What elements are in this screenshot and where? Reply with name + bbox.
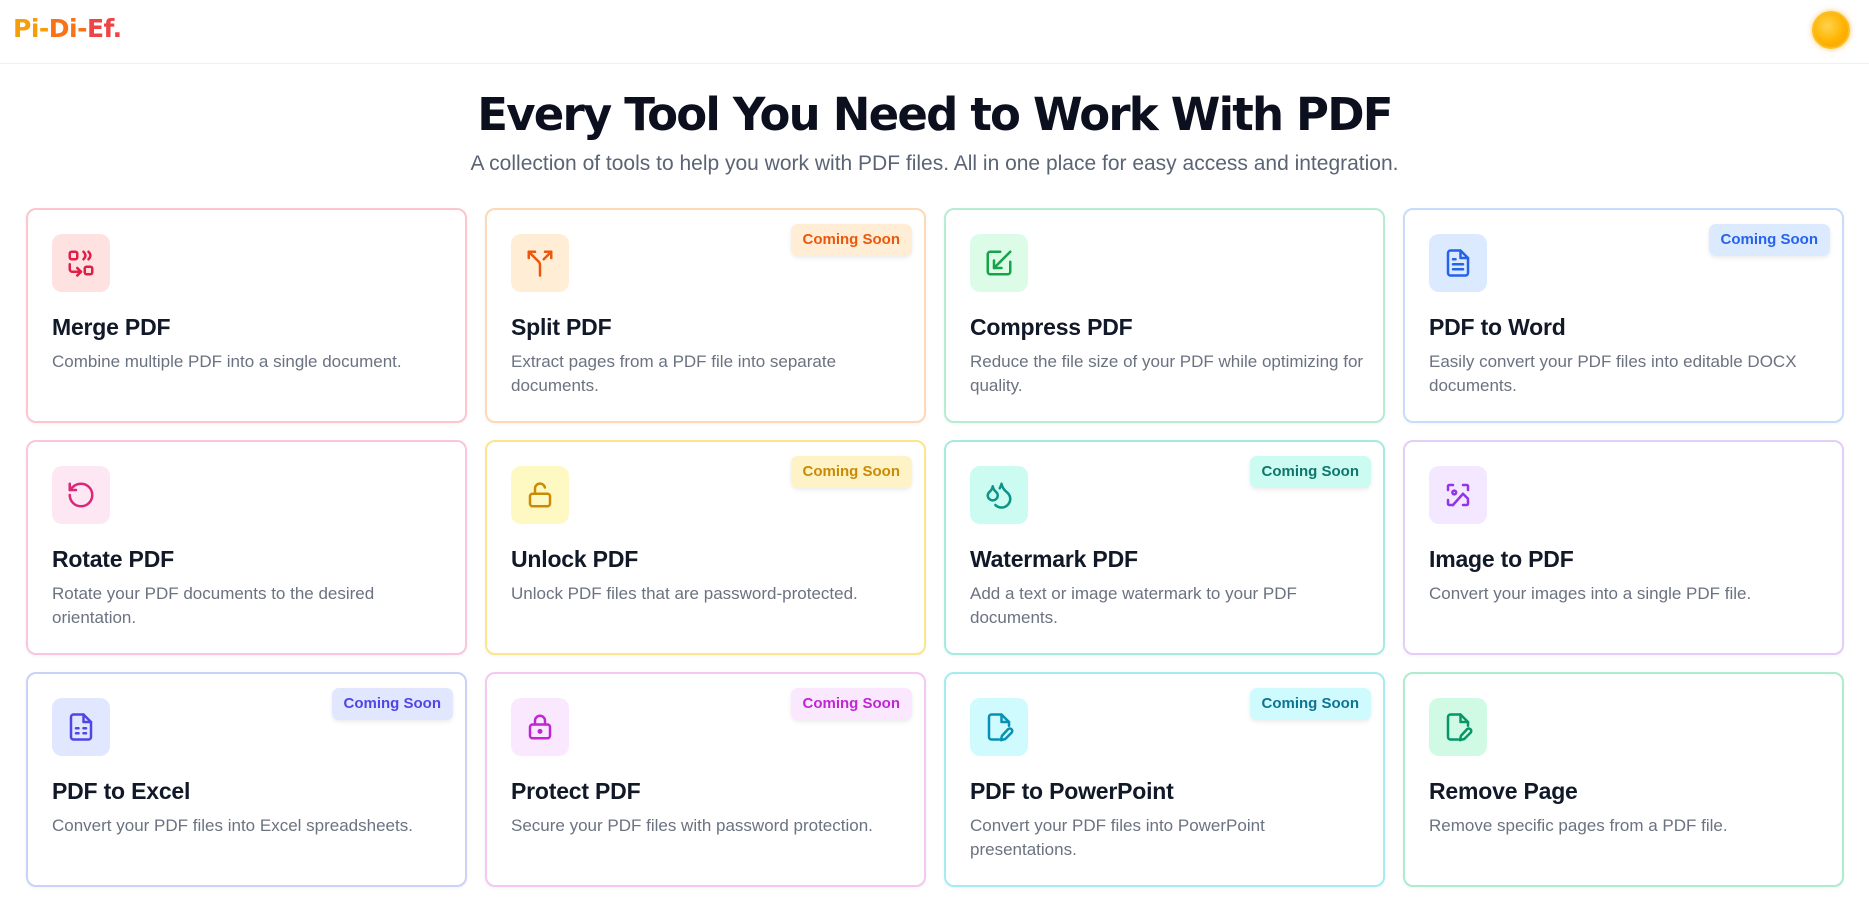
card-description: Remove specific pages from a PDF file. [1429, 816, 1728, 835]
file-pen-icon [970, 698, 1028, 756]
card-title: Remove Page [1429, 778, 1578, 804]
tools-grid: Merge PDF Combine multiple PDF into a si… [26, 208, 1844, 888]
card-description: Easily convert your PDF files into edita… [1429, 352, 1797, 395]
card-description: Rotate your PDF documents to the desired… [52, 584, 375, 627]
card-title: Split PDF [511, 314, 612, 340]
tool-card-watermark-pdf[interactable]: Coming Soon Watermark PDF Add a text or … [944, 440, 1385, 655]
coming-soon-badge: Coming Soon [790, 224, 912, 256]
logo-text-part1: Pi- [13, 14, 49, 43]
sun-icon[interactable] [1812, 11, 1850, 49]
card-title: Watermark PDF [970, 546, 1138, 572]
card-description: Convert your images into a single PDF fi… [1429, 584, 1752, 603]
card-title: Compress PDF [970, 314, 1133, 340]
card-description: Unlock PDF files that are password-prote… [511, 584, 858, 603]
card-title: PDF to Excel [52, 778, 191, 804]
file-pen-icon [1429, 698, 1487, 756]
coming-soon-badge: Coming Soon [790, 688, 912, 720]
split-icon [511, 234, 569, 292]
card-title: Unlock PDF [511, 546, 639, 572]
tool-card-remove-page[interactable]: Remove Page Remove specific pages from a… [1403, 672, 1844, 887]
rotate-icon [52, 466, 110, 524]
card-title: Rotate PDF [52, 546, 174, 572]
card-description: Combine multiple PDF into a single docum… [52, 352, 402, 371]
logo-text-part2: Di- [48, 14, 88, 43]
card-description: Convert your PDF files into Excel spread… [52, 816, 413, 835]
tool-card-protect-pdf[interactable]: Coming Soon Protect PDF Secure your PDF … [485, 672, 926, 887]
tool-card-pdf-to-excel[interactable]: Coming Soon PDF to Excel Convert your PD… [26, 672, 467, 887]
top-navbar: Pi-Di-Ef. [0, 0, 1869, 64]
card-title: PDF to PowerPoint [970, 778, 1174, 804]
tool-card-image-to-pdf[interactable]: Image to PDF Convert your images into a … [1403, 440, 1844, 655]
tool-card-compress-pdf[interactable]: Compress PDF Reduce the file size of you… [944, 208, 1385, 423]
image-icon [1429, 466, 1487, 524]
coming-soon-badge: Coming Soon [331, 688, 453, 720]
page-title: Every Tool You Need to Work With PDF [477, 88, 1393, 141]
brand-logo[interactable]: Pi-Di-Ef. [13, 14, 122, 43]
coming-soon-badge: Coming Soon [1249, 688, 1371, 720]
coming-soon-badge: Coming Soon [790, 456, 912, 488]
page-subtitle: A collection of tools to help you work w… [470, 152, 1399, 175]
unlock-icon [511, 466, 569, 524]
lock-icon [511, 698, 569, 756]
tool-card-merge-pdf[interactable]: Merge PDF Combine multiple PDF into a si… [26, 208, 467, 423]
tool-card-unlock-pdf[interactable]: Coming Soon Unlock PDF Unlock PDF files … [485, 440, 926, 655]
tool-card-pdf-to-word[interactable]: Coming Soon PDF to Word Easily convert y… [1403, 208, 1844, 423]
compress-icon [970, 234, 1028, 292]
card-title: Image to PDF [1429, 546, 1574, 572]
card-description: Secure your PDF files with password prot… [511, 816, 873, 835]
tool-card-pdf-to-powerpoint[interactable]: Coming Soon PDF to PowerPoint Convert yo… [944, 672, 1385, 887]
spreadsheet-icon [52, 698, 110, 756]
card-description: Convert your PDF files into PowerPoint p… [970, 816, 1265, 859]
card-description: Reduce the file size of your PDF while o… [970, 352, 1364, 395]
logo-text-part3: Ef. [86, 14, 122, 43]
card-title: Protect PDF [511, 778, 641, 804]
card-title: PDF to Word [1429, 314, 1566, 340]
card-description: Extract pages from a PDF file into separ… [511, 352, 837, 395]
tool-card-split-pdf[interactable]: Coming Soon Split PDF Extract pages from… [485, 208, 926, 423]
droplets-icon [970, 466, 1028, 524]
card-description: Add a text or image watermark to your PD… [970, 584, 1297, 627]
coming-soon-badge: Coming Soon [1249, 456, 1371, 488]
coming-soon-badge: Coming Soon [1708, 224, 1830, 256]
merge-icon [52, 234, 110, 292]
tool-card-rotate-pdf[interactable]: Rotate PDF Rotate your PDF documents to … [26, 440, 467, 655]
card-title: Merge PDF [52, 314, 171, 340]
document-icon [1429, 234, 1487, 292]
